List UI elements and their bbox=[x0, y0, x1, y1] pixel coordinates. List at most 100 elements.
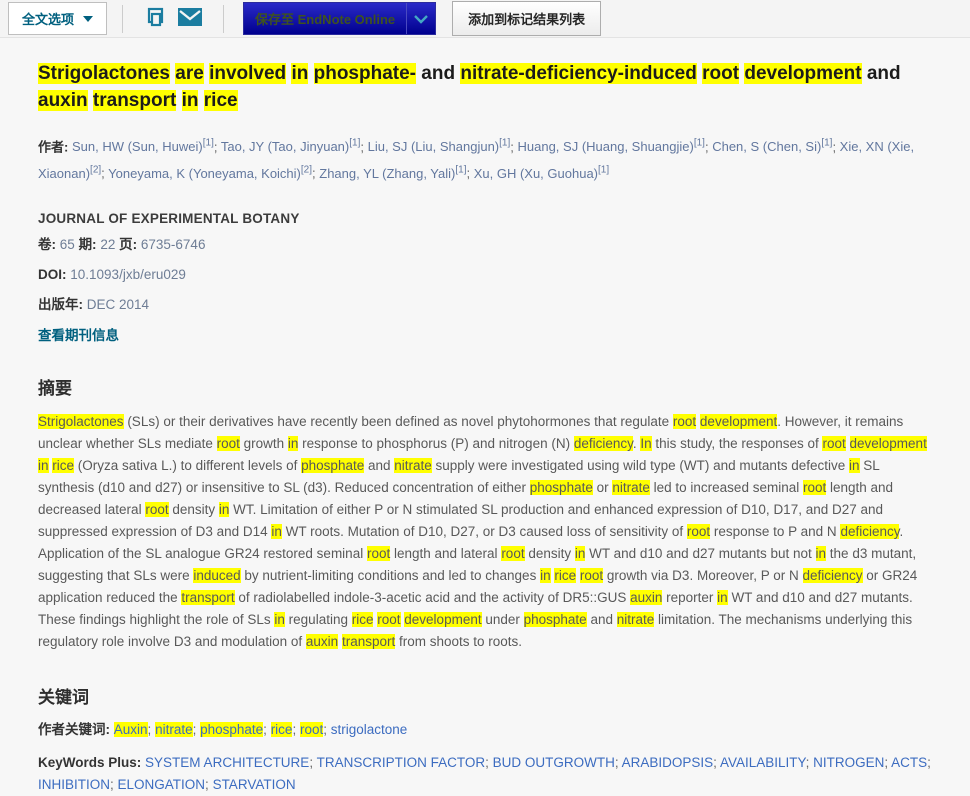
abstract-segment: growth bbox=[240, 436, 288, 451]
abstract-segment-highlighted: in bbox=[38, 458, 49, 473]
abstract-segment: (SLs) or their derivatives have recently… bbox=[124, 414, 673, 429]
keywords-plus-link[interactable]: ARABIDOPSIS bbox=[622, 755, 714, 770]
fulltext-options-button[interactable]: 全文选项 bbox=[8, 2, 107, 35]
author-keyword-link[interactable]: rice bbox=[271, 722, 293, 737]
volume-label: 卷: bbox=[38, 237, 56, 252]
abstract-segment-highlighted: induced bbox=[193, 568, 240, 583]
abstract-segment: WT and d10 and d27 mutants but not bbox=[585, 546, 815, 561]
printer-icon bbox=[144, 6, 166, 31]
title-word-highlighted: rice bbox=[204, 90, 238, 111]
caret-down-icon bbox=[83, 16, 93, 22]
author-keyword-link[interactable]: phosphate bbox=[200, 722, 263, 737]
author-link[interactable]: Huang, SJ (Huang, Shuangjie)[1] bbox=[518, 139, 705, 154]
keyword-separator: ; bbox=[884, 755, 891, 770]
abstract-segment: led to increased seminal bbox=[650, 480, 803, 495]
author-affiliation-sup: [1] bbox=[499, 138, 510, 149]
abstract-segment-highlighted: nitrate bbox=[394, 458, 432, 473]
author-link[interactable]: Liu, SJ (Liu, Shangjun)[1] bbox=[368, 139, 511, 154]
abstract-segment-highlighted: root bbox=[580, 568, 603, 583]
title-word-highlighted: are bbox=[175, 63, 204, 84]
author-link[interactable]: Sun, HW (Sun, Huwei)[1] bbox=[72, 139, 214, 154]
view-journal-info-link[interactable]: 查看期刊信息 bbox=[38, 324, 119, 344]
abstract-segment-highlighted: in bbox=[717, 590, 728, 605]
title-word: and bbox=[421, 63, 455, 84]
author-affiliation-sup: [2] bbox=[90, 164, 101, 175]
abstract-segment-highlighted: in bbox=[540, 568, 551, 583]
abstract-segment-highlighted: rice bbox=[554, 568, 576, 583]
title-word-highlighted: auxin bbox=[38, 90, 88, 111]
abstract-segment: or bbox=[593, 480, 613, 495]
author-link[interactable]: Yoneyama, K (Yoneyama, Koichi)[2] bbox=[108, 166, 312, 181]
abstract-segment-highlighted: phosphate bbox=[524, 612, 587, 627]
abstract-segment-highlighted: development bbox=[404, 612, 481, 627]
author-affiliation-sup: [1] bbox=[455, 164, 466, 175]
abstract-segment-highlighted: root bbox=[687, 524, 710, 539]
abstract-segment: and bbox=[587, 612, 617, 627]
abstract-heading: 摘要 bbox=[38, 374, 938, 399]
keywords-plus-link[interactable]: INHIBITION bbox=[38, 777, 110, 792]
author-separator: ; bbox=[510, 139, 517, 154]
abstract-segment-highlighted: root bbox=[501, 546, 524, 561]
keywords-plus-link[interactable]: TRANSCRIPTION FACTOR bbox=[317, 755, 486, 770]
doi-line: DOI: 10.1093/jxb/eru029 bbox=[38, 264, 938, 286]
author-affiliation-sup: [1] bbox=[821, 138, 832, 149]
abstract-segment-highlighted: root bbox=[377, 612, 400, 627]
keywords-plus-link[interactable]: SYSTEM ARCHITECTURE bbox=[145, 755, 309, 770]
keyword-separator: ; bbox=[292, 722, 300, 737]
abstract-segment: reporter bbox=[662, 590, 717, 605]
abstract-segment-highlighted: phosphate bbox=[530, 480, 593, 495]
keyword-separator: ; bbox=[615, 755, 622, 770]
keywords-plus-link[interactable]: NITROGEN bbox=[813, 755, 884, 770]
pages-value: 6735-6746 bbox=[141, 237, 206, 252]
author-link[interactable]: Chen, S (Chen, Si)[1] bbox=[712, 139, 832, 154]
add-to-marked-list-button[interactable]: 添加到标记结果列表 bbox=[452, 1, 601, 36]
keywords-plus-link[interactable]: ELONGATION bbox=[118, 777, 206, 792]
author-keywords-list: Auxin; nitrate; phosphate; rice; root; s… bbox=[114, 722, 408, 737]
keywords-plus-link[interactable]: STARVATION bbox=[213, 777, 296, 792]
author-keyword-link[interactable]: root bbox=[300, 722, 323, 737]
abstract-segment: this study, the responses of bbox=[652, 436, 823, 451]
abstract-text: Strigolactones (SLs) or their derivative… bbox=[38, 411, 938, 653]
fulltext-options-label: 全文选项 bbox=[22, 9, 74, 28]
abstract-segment: supply were investigated using wild type… bbox=[432, 458, 849, 473]
title-word-highlighted: transport bbox=[93, 90, 176, 111]
email-button[interactable] bbox=[172, 8, 208, 29]
abstract-segment-highlighted: rice bbox=[52, 458, 74, 473]
pages-label: 页: bbox=[119, 237, 137, 252]
keywords-plus-link[interactable]: ACTS bbox=[891, 755, 927, 770]
abstract-segment: and bbox=[364, 458, 394, 473]
keyword-separator: ; bbox=[485, 755, 493, 770]
print-button[interactable] bbox=[138, 6, 172, 31]
doi-value: 10.1093/jxb/eru029 bbox=[70, 267, 186, 282]
abstract-segment: response to phosphorus (P) and nitrogen … bbox=[298, 436, 573, 451]
save-to-endnote-button[interactable]: 保存至 EndNote Online bbox=[243, 2, 436, 35]
abstract-segment: density bbox=[169, 502, 219, 517]
author-link[interactable]: Zhang, YL (Zhang, Yali)[1] bbox=[319, 166, 466, 181]
title-word-highlighted: development bbox=[744, 63, 861, 84]
abstract-segment-highlighted: in bbox=[274, 612, 285, 627]
keywords-plus-link[interactable]: BUD OUTGROWTH bbox=[493, 755, 615, 770]
abstract-segment: growth via D3. Moreover, P or N bbox=[603, 568, 802, 583]
abstract-segment-highlighted: root bbox=[803, 480, 826, 495]
author-keyword-link[interactable]: nitrate bbox=[155, 722, 193, 737]
author-separator: ; bbox=[360, 139, 367, 154]
abstract-segment: from shoots to roots. bbox=[395, 634, 522, 649]
abstract-segment-highlighted: phosphate bbox=[301, 458, 364, 473]
title-word-highlighted: in bbox=[182, 90, 199, 111]
author-keyword-link[interactable]: strigolactone bbox=[331, 722, 408, 737]
abstract-segment-highlighted: nitrate bbox=[612, 480, 650, 495]
abstract-segment-highlighted: auxin bbox=[306, 634, 338, 649]
author-keyword-link[interactable]: Auxin bbox=[114, 722, 148, 737]
authors-label: 作者: bbox=[38, 139, 68, 154]
abstract-segment-highlighted: in bbox=[219, 502, 230, 517]
abstract-segment: by nutrient-limiting conditions and led … bbox=[241, 568, 540, 583]
title-word-highlighted: root bbox=[702, 63, 739, 84]
abstract-segment-highlighted: deficiency bbox=[803, 568, 863, 583]
keywords-plus-link[interactable]: AVAILABILITY bbox=[720, 755, 806, 770]
abstract-segment-highlighted: root bbox=[367, 546, 390, 561]
endnote-dropdown-arrow[interactable] bbox=[406, 3, 435, 34]
author-link[interactable]: Tao, JY (Tao, Jinyuan)[1] bbox=[221, 139, 361, 154]
author-link[interactable]: Xu, GH (Xu, Guohua)[1] bbox=[474, 166, 609, 181]
toolbar-divider bbox=[122, 5, 123, 33]
abstract-segment: regulating bbox=[285, 612, 352, 627]
